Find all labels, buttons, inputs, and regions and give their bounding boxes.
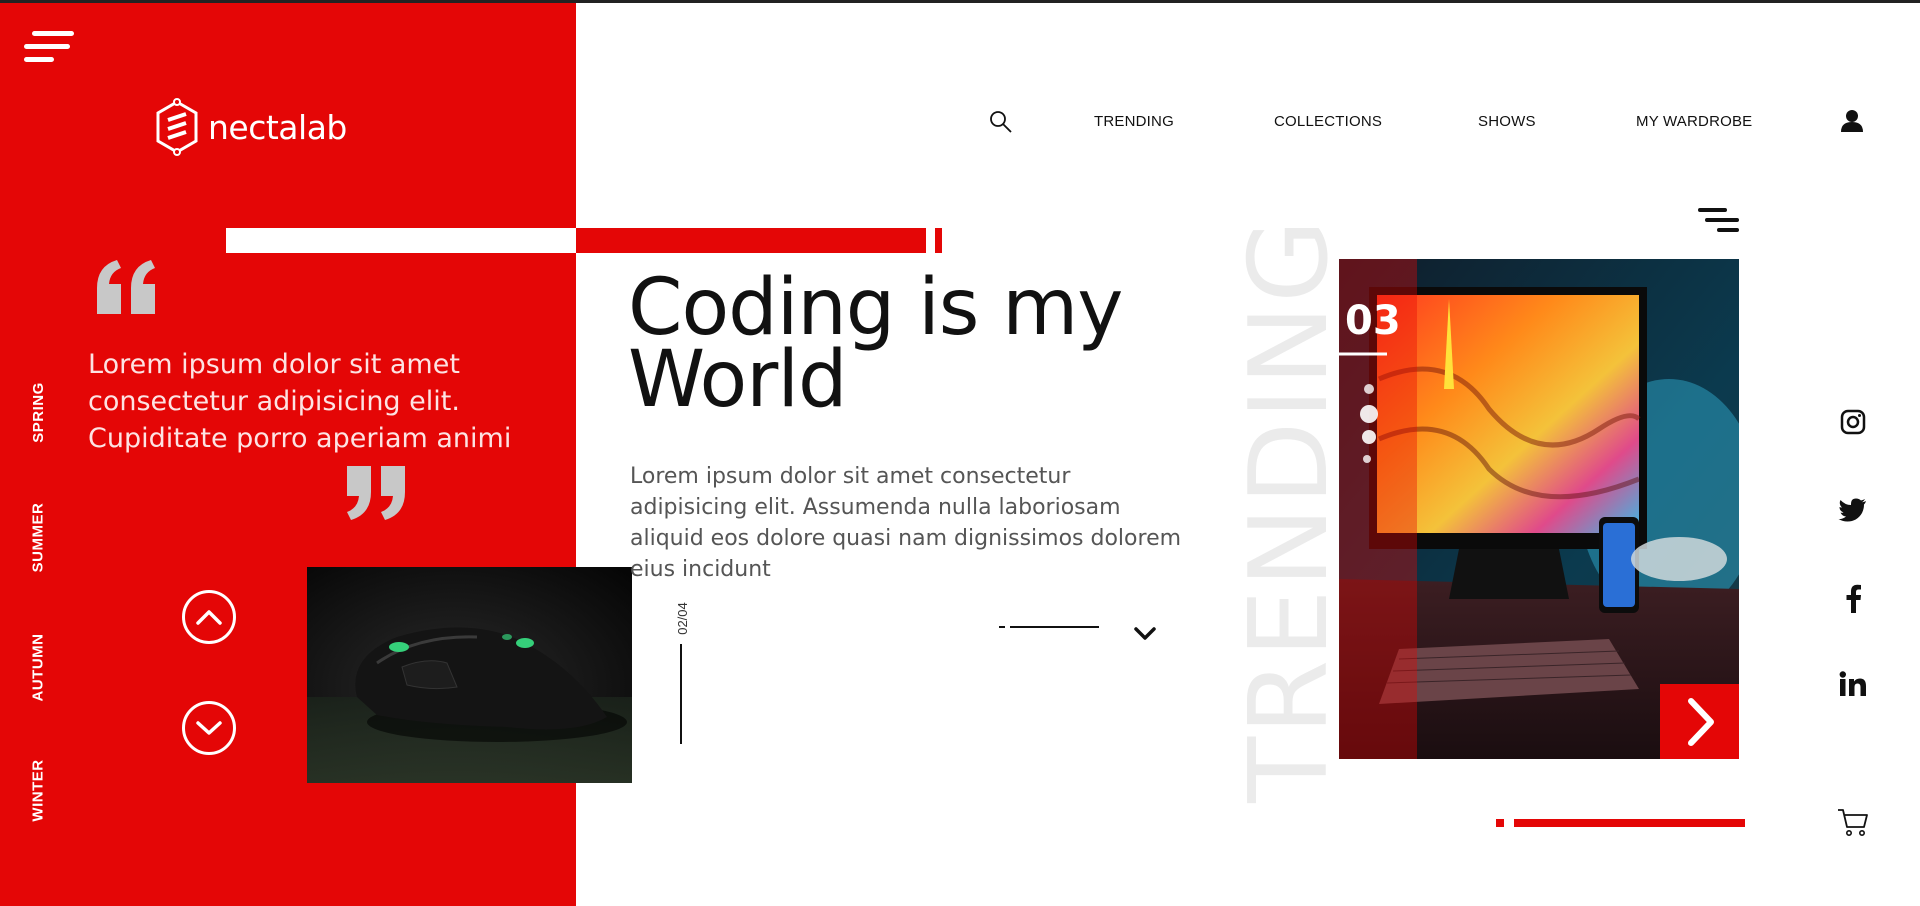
quote-close-icon (347, 466, 405, 520)
trending-number: 03 (1345, 298, 1401, 344)
slider-progress-line[interactable] (1010, 626, 1099, 628)
hero-body: Lorem ipsum dolor sit amet consectetur a… (630, 464, 1182, 582)
facebook-button[interactable] (1833, 578, 1873, 618)
nectalab-logo-icon (156, 98, 198, 156)
search-icon[interactable] (989, 110, 1013, 134)
decor-bar-white (226, 228, 576, 253)
nav-shows[interactable]: SHOWS (1478, 113, 1536, 130)
season-label: WINTER (29, 758, 47, 822)
nav-my-wardrobe[interactable]: MY WARDROBE (1636, 113, 1752, 130)
chevron-down-icon[interactable] (1133, 626, 1157, 642)
decor-bar-red (576, 228, 926, 253)
season-label: SUMMER (29, 502, 47, 572)
quote-text: Lorem ipsum dolor sit amet consectetur a… (88, 349, 512, 454)
feature-next-button[interactable] (1660, 684, 1739, 759)
twitter-icon (1838, 498, 1866, 522)
hamburger-menu-icon[interactable] (24, 28, 74, 66)
pager-line (680, 644, 682, 744)
scroll-down-button[interactable] (182, 701, 236, 755)
season-spring[interactable]: SPRING (22, 372, 54, 452)
chevron-right-icon (1687, 697, 1714, 746)
chevron-up-icon (196, 610, 222, 625)
scroll-up-button[interactable] (182, 590, 236, 644)
season-winter[interactable]: WINTER (22, 745, 54, 835)
quote-open-icon (97, 260, 155, 314)
decor-bar-small-bottom (1496, 819, 1504, 827)
decor-bar-red-small (935, 228, 942, 253)
brand-name: nectalab (208, 107, 347, 147)
season-label: AUTUMN (29, 633, 47, 701)
hero-title: Coding is my World (628, 263, 1123, 425)
linkedin-button[interactable] (1833, 664, 1873, 704)
filter-icon[interactable] (1697, 205, 1741, 235)
chevron-down-icon (196, 721, 222, 735)
cart-icon (1838, 809, 1868, 836)
nav-collections[interactable]: COLLECTIONS (1274, 113, 1382, 130)
gaming-mouse-image (307, 567, 632, 783)
cart-button[interactable] (1833, 802, 1873, 842)
instagram-icon (1840, 409, 1866, 435)
season-label: SPRING (29, 381, 47, 443)
trending-label-text: TRENDING (1227, 217, 1352, 803)
slide-pager-text: 02/04 (674, 601, 690, 635)
season-summer[interactable]: SUMMER (22, 492, 54, 582)
nav-trending[interactable]: TRENDING (1094, 113, 1174, 130)
slide-pager: 02/04 (668, 596, 696, 640)
linkedin-icon (1839, 671, 1866, 696)
instagram-button[interactable] (1833, 402, 1873, 442)
season-autumn[interactable]: AUTUMN (22, 622, 54, 712)
brand-logo[interactable]: nectalab (154, 98, 347, 156)
twitter-button[interactable] (1833, 490, 1873, 530)
facebook-icon (1846, 584, 1861, 613)
decor-bar-bottom (1514, 819, 1745, 827)
trending-vertical-label: TRENDING (1227, 217, 1352, 803)
slider-dot (999, 626, 1005, 628)
user-icon[interactable] (1839, 108, 1865, 134)
